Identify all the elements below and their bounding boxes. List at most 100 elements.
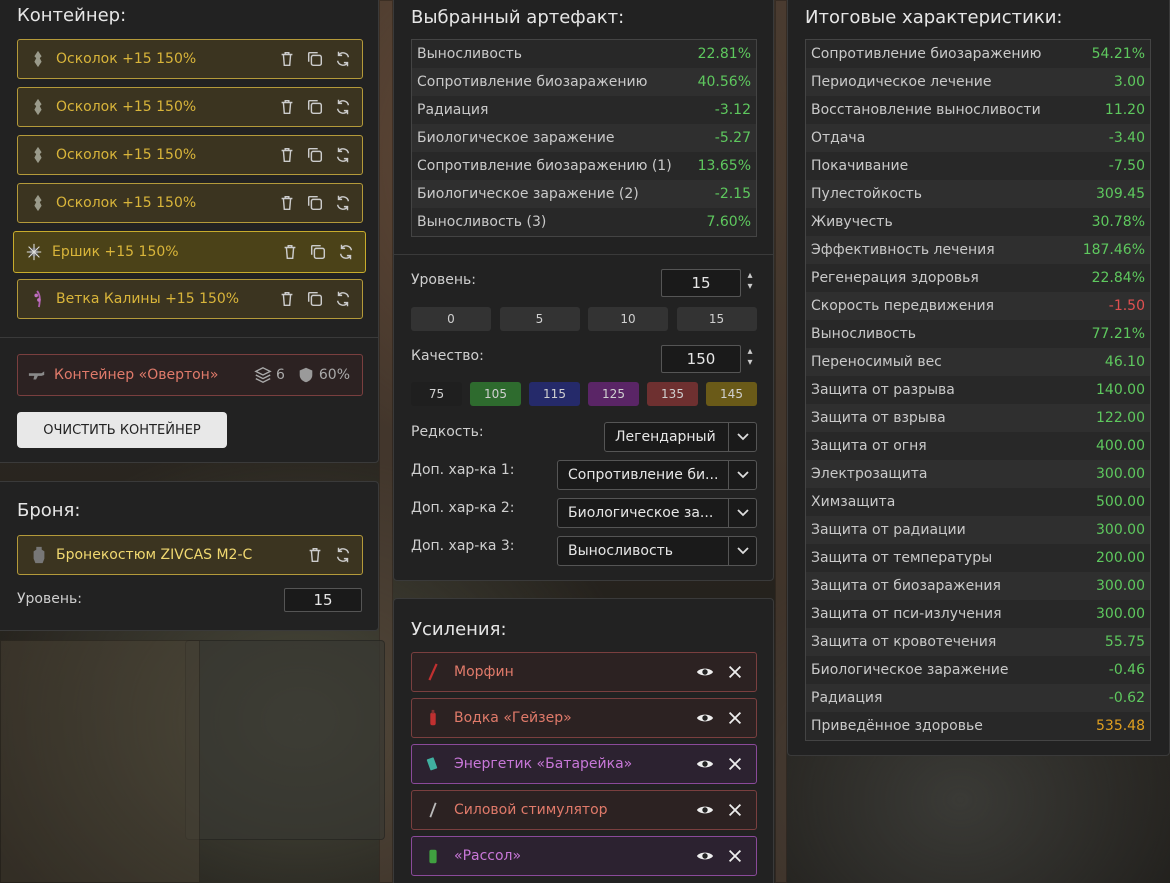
container-item[interactable]: Контейнер «Овертон» 6 60% <box>17 354 363 396</box>
trash-icon[interactable] <box>278 50 296 68</box>
artifact-stat-name: Радиация <box>417 102 489 118</box>
copy-icon[interactable] <box>309 243 327 261</box>
close-icon[interactable] <box>726 847 744 865</box>
eye-icon[interactable] <box>696 801 714 819</box>
close-icon[interactable] <box>726 801 744 819</box>
totals-stat-row: Защита от пси-излучения 300.00 <box>806 600 1150 628</box>
quality-preset-button[interactable]: 75 <box>411 382 462 406</box>
totals-stat-name: Сопротивление биозаражению <box>811 46 1042 62</box>
totals-stat-row: Защита от биозаражения 300.00 <box>806 572 1150 600</box>
boost-item[interactable]: Энергетик «Батарейка» <box>411 744 757 784</box>
quality-preset-button[interactable]: 105 <box>470 382 521 406</box>
quality-preset-button[interactable]: 115 <box>529 382 580 406</box>
container-slot[interactable]: Осколок +15 150% <box>17 39 363 79</box>
totals-stat-name: Электрозащита <box>811 466 928 482</box>
totals-stat-value: 22.84% <box>1091 270 1145 286</box>
copy-icon[interactable] <box>306 98 324 116</box>
container-slot-label: Осколок +15 150% <box>56 195 197 211</box>
boost-item[interactable]: Водка «Гейзер» <box>411 698 757 738</box>
copy-icon[interactable] <box>306 146 324 164</box>
artifact-quality-stepper[interactable]: ▴ ▾ <box>744 346 756 368</box>
boost-item[interactable]: Силовой стимулятор <box>411 790 757 830</box>
close-icon[interactable] <box>726 709 744 727</box>
refresh-icon[interactable] <box>334 50 352 68</box>
quality-preset-button[interactable]: 135 <box>647 382 698 406</box>
extra1-value: Сопротивление би... <box>568 467 719 483</box>
refresh-icon[interactable] <box>334 546 352 564</box>
eye-icon[interactable] <box>696 709 714 727</box>
eye-icon[interactable] <box>696 847 714 865</box>
refresh-icon[interactable] <box>334 98 352 116</box>
totals-stat-value: 77.21% <box>1091 326 1145 342</box>
refresh-icon[interactable] <box>334 194 352 212</box>
container-slot[interactable]: Осколок +15 150% <box>17 135 363 175</box>
copy-icon[interactable] <box>306 290 324 308</box>
totals-stat-row: Живучесть 30.78% <box>806 208 1150 236</box>
extra1-label: Доп. хар-ка 1: <box>411 462 515 478</box>
totals-stat-row: Радиация -0.62 <box>806 684 1150 712</box>
container-slot[interactable]: Ветка Калины +15 150% <box>17 279 363 319</box>
container-slot[interactable]: Осколок +15 150% <box>17 87 363 127</box>
totals-stat-value: 122.00 <box>1096 410 1145 426</box>
totals-stat-value: 309.45 <box>1096 186 1145 202</box>
armor-suit-icon <box>33 546 45 564</box>
level-preset-button[interactable]: 0 <box>411 307 491 331</box>
artifact-stat-value: -3.12 <box>714 102 751 118</box>
totals-stat-row: Выносливость 77.21% <box>806 320 1150 348</box>
close-icon[interactable] <box>726 663 744 681</box>
totals-stat-name: Защита от взрыва <box>811 410 946 426</box>
totals-stat-name: Защита от температуры <box>811 550 993 566</box>
level-preset-button[interactable]: 15 <box>676 307 757 331</box>
close-icon[interactable] <box>726 755 744 773</box>
artifact-stat-name: Выносливость <box>417 46 523 62</box>
container-slots-stat: 6 <box>254 366 285 384</box>
copy-icon[interactable] <box>306 50 324 68</box>
refresh-icon[interactable] <box>334 290 352 308</box>
extra3-select[interactable]: Выносливость <box>557 536 757 566</box>
refresh-icon[interactable] <box>334 146 352 164</box>
copy-icon[interactable] <box>306 194 324 212</box>
eye-icon[interactable] <box>696 755 714 773</box>
extra1-select[interactable]: Сопротивление би... <box>557 460 757 490</box>
rarity-select[interactable]: Легендарный <box>604 422 757 452</box>
artifact-quality-input[interactable]: 150 <box>661 345 741 373</box>
boost-item[interactable]: Морфин <box>411 652 757 692</box>
armor-level-input[interactable]: 15 <box>284 588 362 612</box>
totals-stat-name: Защита от радиации <box>811 522 966 538</box>
artifact-title: Выбранный артефакт: <box>411 7 625 28</box>
totals-stat-value: 30.78% <box>1091 214 1145 230</box>
armor-item[interactable]: Бронекостюм ZIVCAS M2-C <box>17 535 363 575</box>
totals-stat-row: Периодическое лечение 3.00 <box>806 68 1150 96</box>
totals-stat-name: Покачивание <box>811 158 909 174</box>
totals-stat-row: Скорость передвижения -1.50 <box>806 292 1150 320</box>
quality-preset-button[interactable]: 125 <box>588 382 639 406</box>
container-slot[interactable]: Ершик +15 150% <box>13 231 366 273</box>
level-preset-button[interactable]: 10 <box>588 307 668 331</box>
artifact-stat-row: Сопротивление биозаражению 40.56% <box>412 68 756 96</box>
totals-stat-name: Периодическое лечение <box>811 74 992 90</box>
trash-icon[interactable] <box>281 243 299 261</box>
clear-container-button[interactable]: ОЧИСТИТЬ КОНТЕЙНЕР <box>17 412 227 448</box>
artifact-level-stepper[interactable]: ▴ ▾ <box>744 270 756 292</box>
trash-icon[interactable] <box>278 146 296 164</box>
totals-stat-value: 400.00 <box>1096 438 1145 454</box>
container-slot-label: Ветка Калины +15 150% <box>56 291 240 307</box>
totals-stat-value: 500.00 <box>1096 494 1145 510</box>
trash-icon[interactable] <box>278 290 296 308</box>
trash-icon[interactable] <box>278 98 296 116</box>
level-preset-button[interactable]: 5 <box>499 307 580 331</box>
totals-stat-name: Защита от огня <box>811 438 927 454</box>
extra2-select[interactable]: Биологическое за... <box>557 498 757 528</box>
trash-icon[interactable] <box>278 194 296 212</box>
artifact-stat-name: Выносливость (3) <box>417 214 547 230</box>
quality-preset-button[interactable]: 145 <box>706 382 757 406</box>
container-panel: Контейнер: Осколок +15 150% Осколок +15 1… <box>0 0 379 463</box>
trash-icon[interactable] <box>306 546 324 564</box>
eye-icon[interactable] <box>696 663 714 681</box>
artifact-level-input[interactable]: 15 <box>661 269 741 297</box>
refresh-icon[interactable] <box>337 243 355 261</box>
totals-stat-name: Эффективность лечения <box>811 242 995 258</box>
totals-stat-name: Защита от кровотечения <box>811 634 997 650</box>
boost-item[interactable]: «Рассол» <box>411 836 757 876</box>
container-slot[interactable]: Осколок +15 150% <box>17 183 363 223</box>
